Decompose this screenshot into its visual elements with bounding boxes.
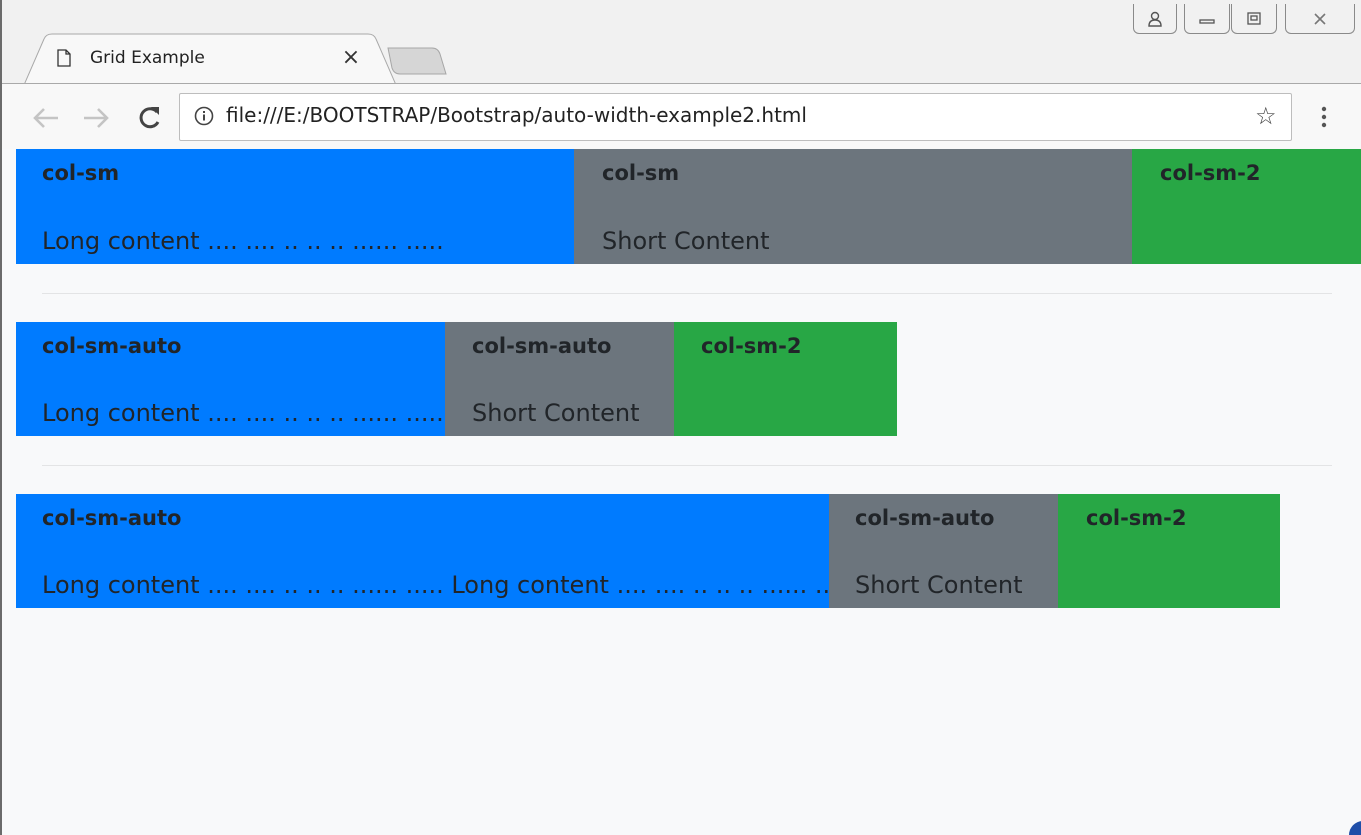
column-text: Short Content	[602, 227, 770, 255]
column-text: Long content .... .... .. .. .. ...... .…	[42, 571, 854, 599]
column-heading: col-sm-2	[1160, 161, 1261, 185]
column-heading: col-sm-auto	[42, 334, 182, 358]
column-heading: col-sm	[602, 161, 680, 185]
column-heading: col-sm-auto	[472, 334, 612, 358]
url-text[interactable]: file:///E:/BOOTSTRAP/Bootstrap/auto-widt…	[226, 103, 807, 127]
person-icon[interactable]	[1133, 4, 1177, 34]
star-icon[interactable]: ☆	[1255, 103, 1277, 129]
document-icon	[57, 49, 71, 67]
back-arrow-icon[interactable]	[30, 100, 62, 136]
column-heading: col-sm	[42, 161, 120, 185]
minimize-icon[interactable]	[1184, 4, 1230, 34]
info-icon[interactable]	[194, 106, 214, 126]
browser-window: Grid Example × file:///E:/BOOTSTRAP/Boot…	[0, 0, 1361, 835]
column-heading: col-sm-auto	[42, 506, 182, 530]
row3-col2: col-sm-auto Short Content	[829, 494, 1058, 608]
corner-badge	[1349, 821, 1361, 835]
divider	[42, 293, 1332, 294]
page-content: col-sm Long content .... .... .. .. .. .…	[4, 149, 1361, 835]
row3-col1: col-sm-auto Long content .... .... .. ..…	[16, 494, 853, 608]
tab-close-icon[interactable]: ×	[339, 46, 363, 70]
reload-icon[interactable]	[133, 100, 165, 136]
row3-col3: col-sm-2	[1058, 494, 1280, 608]
forward-arrow-icon[interactable]	[80, 100, 112, 136]
column-heading: col-sm-2	[1086, 506, 1187, 530]
tab-strip: Grid Example ×	[2, 0, 1361, 87]
close-icon[interactable]	[1285, 4, 1355, 34]
new-tab-button[interactable]	[386, 46, 448, 76]
row1-col1: col-sm Long content .... .... .. .. .. .…	[16, 149, 574, 264]
maximize-icon[interactable]	[1231, 4, 1277, 34]
column-heading: col-sm-2	[701, 334, 802, 358]
row2-col3: col-sm-2	[674, 322, 897, 436]
column-text: Short Content	[472, 399, 640, 427]
row1-col2: col-sm Short Content	[574, 149, 1132, 264]
column-text: Long content .... .... .. .. .. ...... .…	[42, 227, 444, 255]
tab-title: Grid Example	[90, 48, 205, 68]
column-text: Long content .... .... .. .. .. ...... .…	[42, 399, 444, 427]
row2-col1: col-sm-auto Long content .... .... .. ..…	[16, 322, 445, 436]
row1-col3: col-sm-2	[1132, 149, 1361, 264]
row2-col2: col-sm-auto Short Content	[445, 322, 674, 436]
column-heading: col-sm-auto	[855, 506, 995, 530]
divider	[42, 465, 1332, 466]
kebab-menu-icon[interactable]	[1314, 104, 1334, 130]
column-text: Short Content	[855, 571, 1023, 599]
